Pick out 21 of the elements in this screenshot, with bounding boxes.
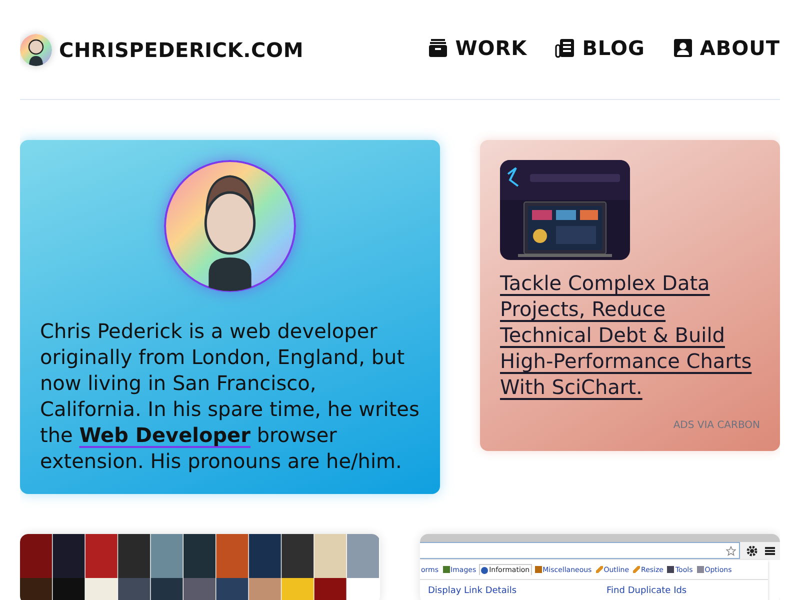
settings-icon xyxy=(746,544,758,556)
pencil-icon xyxy=(633,566,640,573)
newspaper-icon xyxy=(555,38,576,58)
info-icon xyxy=(481,566,488,574)
archive-icon xyxy=(428,38,448,58)
avatar-icon xyxy=(164,160,296,292)
nav-link[interactable]: ABOUT xyxy=(672,36,780,60)
ad-credit: ADS VIA CARBON xyxy=(673,420,760,431)
nav-link[interactable]: WORK xyxy=(428,36,528,60)
nav-link[interactable]: BLOG xyxy=(555,36,645,60)
web-developer-link[interactable]: Web Developer xyxy=(79,423,250,447)
site-title[interactable]: CHRISPEDERICK.COM xyxy=(59,38,304,62)
contact-card-icon xyxy=(672,38,693,58)
star-icon xyxy=(726,546,736,556)
menu-link[interactable]: Display Link Details xyxy=(428,586,517,596)
menu-link[interactable]: Find Duplicate Ids xyxy=(606,586,687,596)
bio-text: Chris Pederick is a web developer originally from London, England, but now living in San Francisco, California. In his spare time, he writes the Web Developer browser extension. His pronouns are he/him. xyxy=(40,318,420,474)
pencil-icon xyxy=(596,566,603,573)
avatar-icon[interactable] xyxy=(20,34,52,66)
menu-icon xyxy=(764,544,776,556)
ad-link[interactable]: Tackle Complex Data Projects, Reduce Technical Debt & Build High-Performance Charts With SciChart. xyxy=(500,270,760,400)
